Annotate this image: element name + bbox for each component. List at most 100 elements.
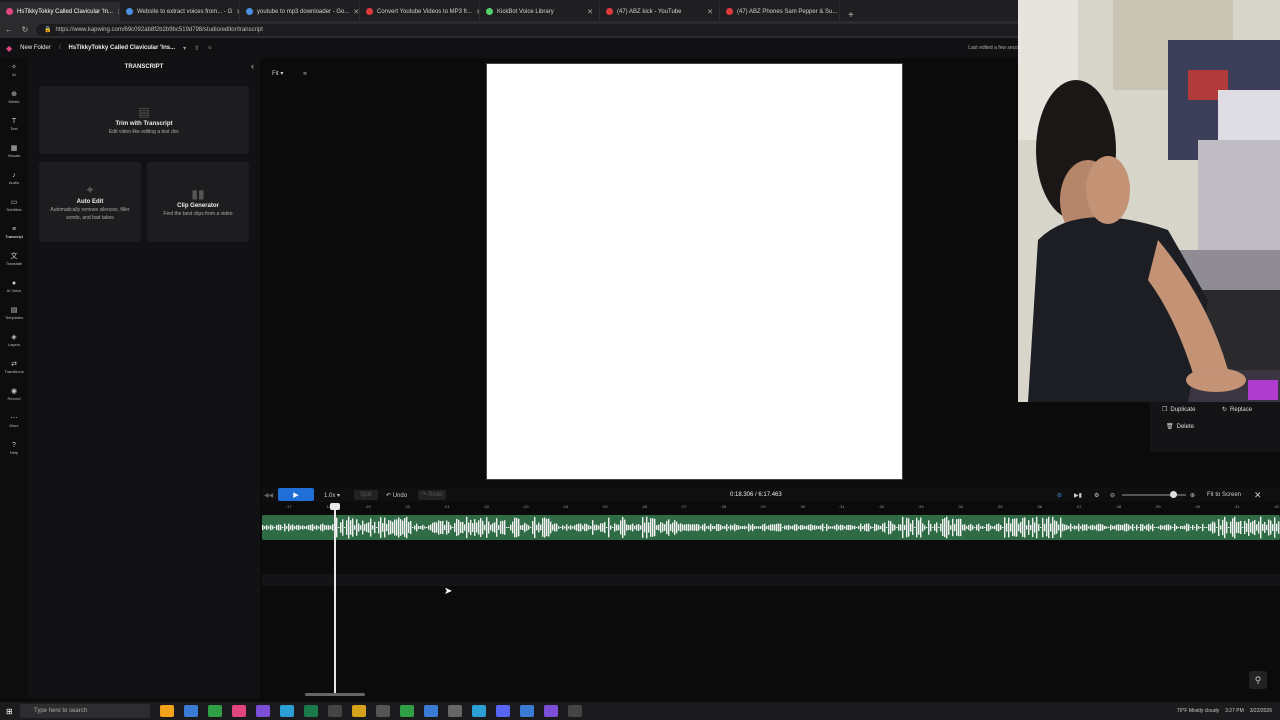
waveform-bar — [1166, 524, 1168, 531]
browser-tab[interactable]: Website to extract voices from... - G✕ — [120, 2, 240, 21]
taskbar-app-icon[interactable] — [256, 705, 270, 717]
rail-item-media[interactable]: ⊕ Media — [0, 91, 28, 104]
rail-item-translate[interactable]: 文 Translate — [0, 253, 28, 266]
taskbar-app-icon[interactable] — [376, 705, 390, 717]
browser-tab[interactable]: youtube to mp3 downloader - Go... ✕ — [240, 2, 360, 21]
playhead-handle[interactable] — [330, 503, 340, 510]
waveform-bar — [1090, 525, 1092, 530]
taskbar-app-icon[interactable] — [208, 705, 222, 717]
audio-track[interactable] — [262, 515, 1280, 540]
kapwing-logo-icon[interactable]: ◆ — [6, 44, 12, 53]
reload-icon[interactable]: ↻ — [20, 25, 30, 34]
fit-to-screen-button[interactable]: Fit to Screen — [1207, 492, 1241, 498]
close-timeline-icon[interactable]: ✕ — [1254, 490, 1262, 501]
zoom-slider[interactable] — [1122, 491, 1186, 498]
taskbar-app-icon[interactable] — [568, 705, 582, 717]
waveform-bar — [874, 523, 876, 532]
undo-button[interactable]: ↶ Undo — [386, 492, 407, 499]
waveform-bar — [1208, 524, 1210, 531]
collapse-panel-icon[interactable]: ‹ — [251, 61, 254, 71]
taskbar-app-icon[interactable] — [160, 705, 174, 717]
play-button[interactable]: ▶ — [278, 488, 314, 501]
waveform-bar — [1050, 523, 1052, 532]
duplicate-button[interactable]: ❐ Duplicate — [1162, 406, 1195, 414]
taskbar-app-icon[interactable] — [280, 705, 294, 717]
browser-tab[interactable]: Convert Youtube Videos to MP3 fr...✕ — [360, 2, 480, 21]
timeline-ruler[interactable]: :17:18:19:20:21:22:23:24:25:26:27:28:29:… — [262, 502, 1280, 514]
empty-track[interactable] — [262, 574, 1280, 586]
split-button[interactable]: Split — [354, 490, 378, 500]
taskbar-app-icon[interactable] — [328, 705, 342, 717]
zoom-slider-knob[interactable] — [1169, 491, 1177, 498]
waveform-bar — [476, 522, 478, 533]
rail-item-layers[interactable]: ◈ Layers — [0, 334, 28, 347]
rail-item-templates[interactable]: ▤ Templates — [0, 307, 28, 320]
new-tab-button[interactable]: + — [840, 10, 862, 21]
taskbar-app-icon[interactable] — [496, 705, 510, 717]
taskbar-app-icon[interactable] — [520, 705, 534, 717]
rail-item-record[interactable]: ◉ Record — [0, 388, 28, 401]
project-title[interactable]: HsTikkyTokky Called Clavicular 'Ins... — [69, 45, 176, 51]
video-canvas[interactable] — [486, 63, 903, 480]
clip-generator-card[interactable]: ▮▮ Clip Generator Find the best clips fr… — [147, 162, 249, 242]
timeline-scrollbar[interactable] — [305, 693, 365, 696]
rail-item-audio[interactable]: ♪ Audio — [0, 172, 28, 185]
browser-tab[interactable]: (47) ABZ Phones Sam Pepper & Su...✕ — [720, 2, 840, 21]
zoom-in-icon[interactable]: ⊕ — [1190, 492, 1195, 499]
waveform-bar — [1146, 524, 1148, 531]
rail-item-subtitles[interactable]: ▭ Subtitles — [0, 199, 28, 212]
taskbar-app-icon[interactable] — [304, 705, 318, 717]
auto-edit-card[interactable]: ✦ Auto Edit Automatically remove silence… — [39, 162, 141, 242]
close-tab-icon[interactable]: ✕ — [353, 8, 359, 16]
chevron-down-icon[interactable]: ▾ — [183, 45, 186, 52]
taskbar-app-icon[interactable] — [232, 705, 246, 717]
taskbar-app-icon[interactable] — [352, 705, 366, 717]
step-back-icon[interactable]: ◀◀ — [264, 492, 273, 499]
fit-dropdown[interactable]: Fit ▾ — [272, 70, 283, 77]
rail-item-transcript[interactable]: ≡ Transcript — [0, 226, 28, 239]
taskbar-app-icon[interactable] — [184, 705, 198, 717]
rail-item-visuals[interactable]: ▦ Visuals — [0, 145, 28, 158]
close-tab-icon[interactable]: ✕ — [707, 8, 713, 16]
taskbar-app-icon[interactable] — [400, 705, 414, 717]
browser-tab[interactable]: KickBot Voice Library ✕ — [480, 2, 600, 21]
brightness-icon[interactable]: ☼ — [207, 45, 213, 51]
speed-dropdown[interactable]: 1.0x ▾ — [324, 492, 340, 499]
ruler-tick-label: :36 — [1036, 504, 1043, 509]
playhead[interactable] — [334, 503, 336, 695]
rail-item-more[interactable]: ⋯ More — [0, 415, 28, 428]
taskbar-app-icon[interactable] — [544, 705, 558, 717]
rail-item-help[interactable]: ? Help — [0, 442, 28, 455]
close-tab-icon[interactable]: ✕ — [587, 8, 593, 16]
link-icon[interactable]: ⚭ — [302, 70, 308, 78]
back-icon[interactable]: ← — [4, 25, 14, 34]
trim-with-transcript-card[interactable]: ▤ Trim with Transcript Edit video like e… — [39, 86, 249, 154]
skip-end-icon[interactable]: ▶▮ — [1074, 492, 1082, 499]
settings-icon[interactable]: ⚙ — [1094, 492, 1099, 499]
replace-button[interactable]: ↻ Replace — [1222, 406, 1252, 414]
rail-item-text[interactable]: T Text — [0, 118, 28, 131]
rail-item-ai[interactable]: ✧ AI — [0, 64, 28, 77]
taskbar-app-icon[interactable] — [472, 705, 486, 717]
weather[interactable]: 70°F Mostly cloudy — [1177, 708, 1219, 714]
taskbar-app-icon[interactable] — [448, 705, 462, 717]
redo-button[interactable]: ↷ Redo — [418, 490, 446, 500]
taskbar-app-icon[interactable] — [424, 705, 438, 717]
browser-tab[interactable]: HsTikkyTokky Called Clavicular 'In...✕ — [0, 2, 120, 21]
windows-start-icon[interactable]: ⊞ — [6, 707, 13, 716]
browser-tab[interactable]: (47) ABZ kick - YouTube ✕ — [600, 2, 720, 21]
rail-item-ai-voice[interactable]: ● AI Voice — [0, 280, 28, 293]
layout-icon[interactable]: ⊜ — [1057, 492, 1062, 499]
search-icon[interactable]: ⚲ — [1249, 671, 1267, 689]
clock-time[interactable]: 3:27 PM — [1225, 708, 1244, 714]
share-icon[interactable]: ⇧ — [194, 45, 199, 52]
clock-date[interactable]: 3/22/2026 — [1250, 708, 1272, 714]
url-field[interactable]: 🔒 https://www.kapwing.com/69c092ab8f2b2b… — [36, 23, 1036, 36]
waveform-bar — [418, 526, 420, 529]
delete-button[interactable]: 🗑 Delete — [1166, 423, 1194, 431]
zoom-out-icon[interactable]: ⊖ — [1110, 492, 1115, 499]
taskbar-search[interactable]: Type here to search — [20, 704, 150, 718]
waveform-bar — [416, 523, 418, 532]
rail-item-transitions[interactable]: ⇄ Transitions — [0, 361, 28, 374]
folder-link[interactable]: New Folder — [20, 45, 51, 51]
